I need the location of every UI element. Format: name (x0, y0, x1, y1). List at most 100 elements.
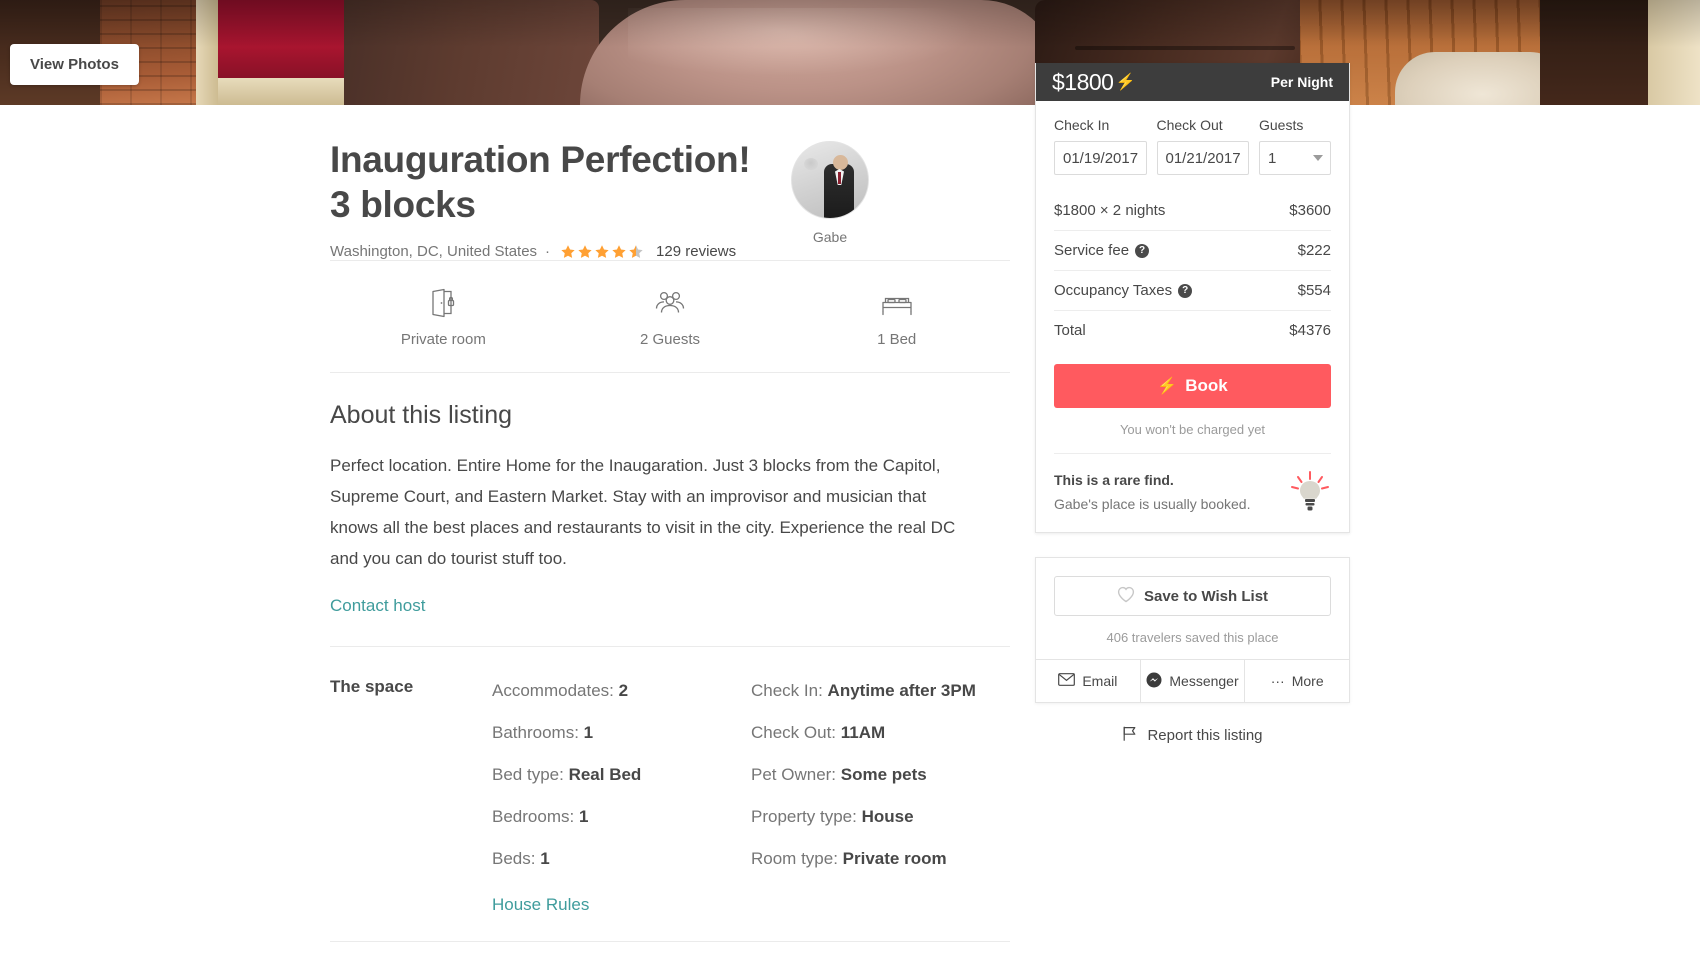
report-listing-button[interactable]: Report this listing (1035, 725, 1350, 746)
checkout-input[interactable] (1156, 141, 1249, 175)
house-rules-link[interactable]: House Rules (492, 895, 589, 915)
feature-1: Private room (330, 287, 557, 348)
listing-subtitle: Washington, DC, United States · 129 revi… (330, 243, 780, 260)
save-to-wishlist-button[interactable]: Save to Wish List (1054, 576, 1331, 616)
divider (330, 372, 1010, 373)
listing-features: Private room 2 Guests 1 Bed (330, 261, 1010, 372)
detail-item: Pet Owner: Some pets (751, 761, 990, 788)
share-messenger-button[interactable]: Messenger (1139, 660, 1245, 702)
avatar[interactable] (791, 141, 869, 219)
ellipsis-icon: ··· (1270, 673, 1285, 689)
subtitle-separator: · (545, 243, 551, 260)
share-row: Email Messenger ··· More (1036, 659, 1350, 702)
host-name: Gabe (812, 229, 848, 245)
detail-label: Beds: (492, 849, 536, 868)
guests-field: Guests 12 (1259, 117, 1331, 175)
detail-item: Bedrooms: 1 (492, 803, 731, 830)
share-messenger-label: Messenger (1169, 673, 1239, 689)
price-row-label: Total (1054, 322, 1086, 339)
booking-sidebar: $1800 ⚡ Per Night Check In Check Out (1035, 63, 1350, 959)
listing-main-column: Inauguration Perfection! 3 blocks Washin… (330, 105, 1010, 959)
star-icon-5 (628, 244, 644, 260)
feature-label: 1 Bed (877, 331, 917, 348)
detail-label: Pet Owner: (751, 765, 837, 784)
listing-location: Washington, DC, United States (330, 243, 538, 260)
detail-label: Bed type: (492, 765, 564, 784)
house-rules-row: House Rules (330, 895, 1010, 941)
checkout-label: Check Out (1156, 117, 1223, 133)
share-more-label: More (1291, 673, 1324, 689)
book-button[interactable]: ⚡ Book (1054, 364, 1331, 408)
detail-value: Real Bed (568, 765, 642, 784)
contact-host-link[interactable]: Contact host (330, 596, 425, 616)
price-breakdown-table: $1800 × 2 nights $3600 Service fee ? $22… (1054, 191, 1331, 350)
checkin-input[interactable] (1054, 141, 1147, 175)
help-icon[interactable]: ? (1178, 283, 1193, 298)
page-title: Inauguration Perfection! 3 blocks (330, 139, 751, 225)
detail-value: Some pets (840, 765, 927, 784)
detail-value: 2 (618, 681, 629, 700)
guests-label: Guests (1259, 117, 1304, 133)
price-amount: $1800 (1052, 68, 1114, 95)
wishlist-card: Save to Wish List 406 travelers saved th… (1035, 557, 1350, 703)
price-row: Occupancy Taxes ? $554 (1054, 270, 1331, 310)
instant-book-bolt-icon: ⚡ (1115, 74, 1135, 91)
instant-book-bolt-icon: ⚡ (1157, 378, 1178, 395)
detail-item: Room type: Private room (751, 845, 990, 872)
report-listing-label: Report this listing (1147, 727, 1263, 744)
detail-label: Room type: (751, 849, 838, 868)
listing-title-block: Inauguration Perfection! 3 blocks Washin… (330, 137, 780, 260)
detail-value: House (861, 807, 914, 826)
price-row: $1800 × 2 nights $3600 (1054, 191, 1331, 230)
price-row-label: Service fee ? (1054, 242, 1150, 259)
the-space-section: The space Accommodates: 2 Bathrooms: 1 B… (330, 647, 1010, 895)
heart-icon (1117, 586, 1135, 607)
star-icon-2 (577, 244, 593, 260)
price-row-value: $3600 (1289, 202, 1331, 219)
detail-item: Check Out: 11AM (751, 719, 990, 746)
booking-date-row: Check In Check Out Guests 12 (1054, 117, 1331, 175)
rare-find-title: This is a rare find. (1054, 472, 1174, 488)
share-more-button[interactable]: ··· More (1244, 660, 1350, 702)
the-space-column-left: Accommodates: 2 Bathrooms: 1 Bed type: R… (492, 677, 751, 887)
amenities-section: Amenities Free parking on premises Kitch… (330, 942, 1010, 959)
price-row-label: $1800 × 2 nights (1054, 202, 1166, 219)
detail-item: Bed type: Real Bed (492, 761, 731, 788)
detail-item: Property type: House (751, 803, 990, 830)
hero-photo-banner: View Photos (0, 0, 1700, 105)
booking-card: $1800 ⚡ Per Night Check In Check Out (1035, 63, 1350, 533)
share-email-button[interactable]: Email (1036, 660, 1140, 702)
flag-icon (1122, 725, 1138, 746)
detail-label: Bathrooms: (492, 723, 579, 742)
detail-item: Beds: 1 (492, 845, 731, 872)
save-to-wishlist-label: Save to Wish List (1143, 587, 1269, 605)
detail-item: Accommodates: 2 (492, 677, 731, 704)
feature-label: Private room (400, 331, 486, 348)
detail-label: Check In: (751, 681, 823, 700)
lightbulb-icon (1289, 470, 1331, 514)
no-charge-note: You won't be charged yet (1119, 422, 1266, 437)
guests-select[interactable]: 12 (1259, 141, 1331, 175)
price-row: Total $4376 (1054, 310, 1331, 350)
help-icon[interactable]: ? (1135, 243, 1150, 258)
detail-label: Property type: (751, 807, 857, 826)
checkout-field: Check Out (1156, 117, 1249, 175)
star-icon-3 (594, 244, 610, 260)
price-row-value: $222 (1297, 242, 1331, 259)
reviews-count[interactable]: 129 reviews (656, 243, 736, 260)
envelope-icon (1058, 673, 1076, 689)
detail-value: 1 (583, 723, 594, 742)
detail-item: Check In: Anytime after 3PM (751, 677, 990, 704)
detail-label: Bedrooms: (492, 807, 575, 826)
per-night-label: Per Night (1270, 74, 1333, 90)
view-photos-button[interactable]: View Photos (10, 44, 139, 85)
host-block[interactable]: Gabe (780, 141, 880, 245)
detail-value: 1 (540, 849, 550, 868)
detail-value: 1 (578, 807, 589, 826)
price-row-value: $4376 (1289, 322, 1331, 339)
detail-label: Check Out: (751, 723, 837, 742)
checkin-field: Check In (1054, 117, 1147, 175)
detail-item: Bathrooms: 1 (492, 719, 731, 746)
price-row-value: $554 (1297, 282, 1331, 299)
bed-icon (783, 287, 1010, 319)
